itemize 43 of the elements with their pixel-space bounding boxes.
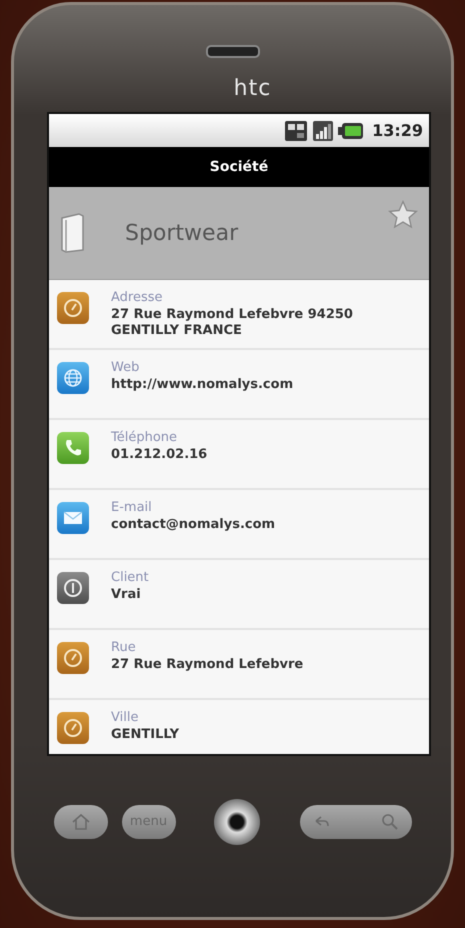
detail-row[interactable]: Web http://www.nomalys.com xyxy=(49,350,429,420)
field-label: Rue xyxy=(111,640,137,655)
status-time: 13:29 xyxy=(372,121,423,140)
building-icon xyxy=(59,212,85,254)
back-search-key[interactable] xyxy=(300,804,412,838)
detail-row[interactable]: E-mail contact@nomalys.com xyxy=(49,490,429,560)
field-label: Téléphone xyxy=(111,430,178,445)
field-value: http://www.nomalys.com xyxy=(111,377,294,393)
field-value: contact@nomalys.com xyxy=(111,517,276,533)
phone-icon xyxy=(57,432,89,464)
field-label: Adresse xyxy=(111,290,164,305)
globe-icon xyxy=(57,362,89,394)
field-value: Vrai xyxy=(111,587,142,603)
signal-icon xyxy=(312,120,334,142)
battery-icon xyxy=(338,122,364,140)
field-label: Ville xyxy=(111,710,140,725)
field-label: E-mail xyxy=(111,500,153,515)
home-key[interactable] xyxy=(54,804,108,838)
field-label: Client xyxy=(111,570,149,585)
detail-row[interactable]: Client Vrai xyxy=(49,560,429,630)
info-icon xyxy=(57,572,89,604)
speaker-grille xyxy=(206,45,260,58)
compass-icon xyxy=(57,642,89,674)
field-value: 01.212.02.16 xyxy=(111,447,208,463)
network-3g-icon xyxy=(284,120,308,142)
detail-row[interactable]: Téléphone 01.212.02.16 xyxy=(49,420,429,490)
detail-row[interactable]: Adresse 27 Rue Raymond Lefebvre 94250 GENTILLY FRANCE xyxy=(49,280,429,350)
detail-row[interactable]: Rue 27 Rue Raymond Lefebvre xyxy=(49,630,429,700)
field-value: 27 Rue Raymond Lefebvre xyxy=(111,657,304,673)
field-value: GENTILLY xyxy=(111,727,180,743)
field-value: 27 Rue Raymond Lefebvre 94250 GENTILLY FRANCE xyxy=(111,307,354,339)
trackball[interactable] xyxy=(214,798,260,844)
field-label: Web xyxy=(111,360,140,375)
brand-logo: htc xyxy=(234,76,272,101)
company-name: Sportwear xyxy=(125,220,238,246)
compass-icon xyxy=(57,712,89,744)
screen-title: Société xyxy=(210,159,268,175)
home-icon xyxy=(70,812,92,832)
detail-row[interactable]: Ville GENTILLY xyxy=(49,700,429,754)
star-icon[interactable] xyxy=(387,199,419,231)
search-icon xyxy=(380,812,400,832)
envelope-icon xyxy=(57,502,89,534)
compass-icon xyxy=(57,292,89,324)
